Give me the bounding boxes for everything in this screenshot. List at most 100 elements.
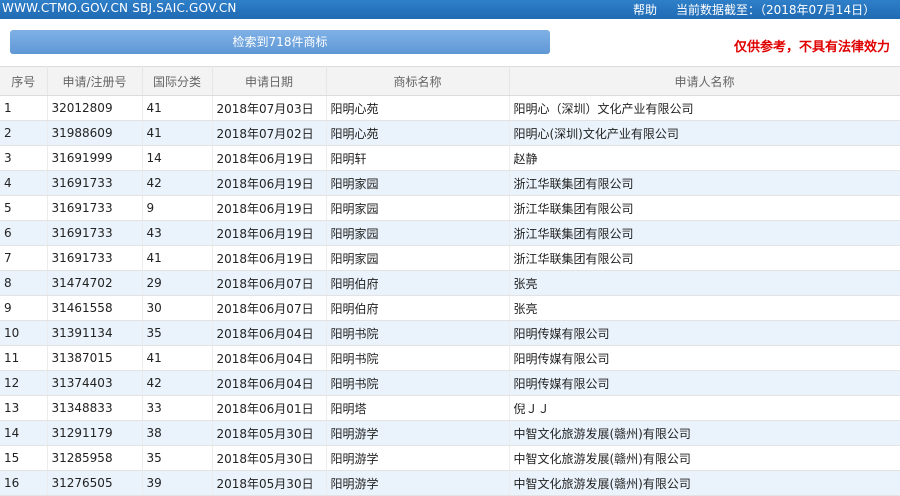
trademark-name-link[interactable]: 阳明书院 bbox=[326, 370, 510, 396]
intl-class: 39 bbox=[142, 470, 213, 496]
apply-date: 2018年05月30日 bbox=[212, 470, 327, 496]
table-row: 11 31387015 41 2018年06月04日 阳明书院 阳明传媒有限公司 bbox=[0, 345, 900, 371]
table-row: 9 31461558 30 2018年06月07日 阳明伯府 张亮 bbox=[0, 295, 900, 321]
table-row: 3 31691999 14 2018年06月19日 阳明轩 赵静 bbox=[0, 145, 900, 171]
applicant-name: 赵静 bbox=[509, 145, 900, 171]
trademark-name-link[interactable]: 阳明家园 bbox=[326, 195, 510, 221]
table-row: 13 31348833 33 2018年06月01日 阳明塔 倪ＪＪ bbox=[0, 395, 900, 421]
applicant-name: 阳明传媒有限公司 bbox=[509, 370, 900, 396]
trademark-name-link[interactable]: 阳明游学 bbox=[326, 470, 510, 496]
intl-class: 42 bbox=[142, 370, 213, 396]
trademark-name-link[interactable]: 阳明家园 bbox=[326, 245, 510, 271]
intl-class: 41 bbox=[142, 95, 213, 121]
row-index: 8 bbox=[0, 270, 48, 296]
apply-date: 2018年05月30日 bbox=[212, 420, 327, 446]
reg-number-link[interactable]: 31691999 bbox=[47, 145, 143, 171]
applicant-name: 中智文化旅游发展(赣州)有限公司 bbox=[509, 445, 900, 471]
reg-number-link[interactable]: 31691733 bbox=[47, 245, 143, 271]
row-index: 4 bbox=[0, 170, 48, 196]
results-table: 序号 申请/注册号 国际分类 申请日期 商标名称 申请人名称 1 32012809… bbox=[0, 66, 900, 496]
reg-number-link[interactable]: 31461558 bbox=[47, 295, 143, 321]
col-header-date: 申请日期 bbox=[212, 66, 327, 96]
trademark-name-link[interactable]: 阳明心苑 bbox=[326, 95, 510, 121]
col-header-regno: 申请/注册号 bbox=[47, 66, 143, 96]
trademark-name-link[interactable]: 阳明书院 bbox=[326, 320, 510, 346]
intl-class: 38 bbox=[142, 420, 213, 446]
row-index: 11 bbox=[0, 345, 48, 371]
applicant-name: 浙江华联集团有限公司 bbox=[509, 195, 900, 221]
apply-date: 2018年05月30日 bbox=[212, 445, 327, 471]
reg-number-link[interactable]: 31691733 bbox=[47, 195, 143, 221]
applicant-name: 中智文化旅游发展(赣州)有限公司 bbox=[509, 420, 900, 446]
table-row: 10 31391134 35 2018年06月04日 阳明书院 阳明传媒有限公司 bbox=[0, 320, 900, 346]
reg-number-link[interactable]: 31474702 bbox=[47, 270, 143, 296]
reg-number-link[interactable]: 31285958 bbox=[47, 445, 143, 471]
col-header-class: 国际分类 bbox=[142, 66, 213, 96]
trademark-name-link[interactable]: 阳明游学 bbox=[326, 445, 510, 471]
intl-class: 41 bbox=[142, 345, 213, 371]
applicant-name: 阳明传媒有限公司 bbox=[509, 320, 900, 346]
trademark-name-link[interactable]: 阳明家园 bbox=[326, 220, 510, 246]
reg-number-link[interactable]: 31276505 bbox=[47, 470, 143, 496]
row-index: 1 bbox=[0, 95, 48, 121]
table-row: 2 31988609 41 2018年07月02日 阳明心苑 阳明心(深圳)文化产业有限公… bbox=[0, 120, 900, 146]
row-index: 13 bbox=[0, 395, 48, 421]
table-row: 8 31474702 29 2018年06月07日 阳明伯府 张亮 bbox=[0, 270, 900, 296]
apply-date: 2018年07月02日 bbox=[212, 120, 327, 146]
row-index: 9 bbox=[0, 295, 48, 321]
trademark-name-link[interactable]: 阳明心苑 bbox=[326, 120, 510, 146]
row-index: 16 bbox=[0, 470, 48, 496]
intl-class: 42 bbox=[142, 170, 213, 196]
table-row: 1 32012809 41 2018年07月03日 阳明心苑 阳明心（深圳）文化产业有限公… bbox=[0, 95, 900, 121]
apply-date: 2018年06月07日 bbox=[212, 270, 327, 296]
trademark-name-link[interactable]: 阳明塔 bbox=[326, 395, 510, 421]
data-cutoff-date: 当前数据截至：（2018年07月14日） bbox=[676, 3, 876, 17]
reg-number-link[interactable]: 31387015 bbox=[47, 345, 143, 371]
apply-date: 2018年06月07日 bbox=[212, 295, 327, 321]
intl-class: 33 bbox=[142, 395, 213, 421]
result-count-banner: 检索到718件商标 bbox=[10, 30, 550, 54]
intl-class: 14 bbox=[142, 145, 213, 171]
apply-date: 2018年06月19日 bbox=[212, 170, 327, 196]
row-index: 2 bbox=[0, 120, 48, 146]
row-index: 14 bbox=[0, 420, 48, 446]
intl-class: 30 bbox=[142, 295, 213, 321]
apply-date: 2018年07月03日 bbox=[212, 95, 327, 121]
table-row: 7 31691733 41 2018年06月19日 阳明家园 浙江华联集团有限公司 bbox=[0, 245, 900, 271]
apply-date: 2018年06月19日 bbox=[212, 220, 327, 246]
applicant-name: 张亮 bbox=[509, 270, 900, 296]
trademark-name-link[interactable]: 阳明伯府 bbox=[326, 295, 510, 321]
intl-class: 29 bbox=[142, 270, 213, 296]
reg-number-link[interactable]: 31391134 bbox=[47, 320, 143, 346]
apply-date: 2018年06月04日 bbox=[212, 370, 327, 396]
reg-number-link[interactable]: 31691733 bbox=[47, 220, 143, 246]
help-link[interactable]: 帮助 bbox=[633, 1, 657, 18]
applicant-name: 倪ＪＪ bbox=[509, 395, 900, 421]
reg-number-link[interactable]: 31374403 bbox=[47, 370, 143, 396]
applicant-name: 浙江华联集团有限公司 bbox=[509, 245, 900, 271]
row-index: 7 bbox=[0, 245, 48, 271]
trademark-name-link[interactable]: 阳明游学 bbox=[326, 420, 510, 446]
trademark-name-link[interactable]: 阳明轩 bbox=[326, 145, 510, 171]
intl-class: 35 bbox=[142, 445, 213, 471]
row-index: 3 bbox=[0, 145, 48, 171]
trademark-name-link[interactable]: 阳明书院 bbox=[326, 345, 510, 371]
applicant-name: 浙江华联集团有限公司 bbox=[509, 170, 900, 196]
table-row: 14 31291179 38 2018年05月30日 阳明游学 中智文化旅游发展(赣州)有… bbox=[0, 420, 900, 446]
reg-number-link[interactable]: 32012809 bbox=[47, 95, 143, 121]
applicant-name: 张亮 bbox=[509, 295, 900, 321]
row-index: 5 bbox=[0, 195, 48, 221]
trademark-name-link[interactable]: 阳明伯府 bbox=[326, 270, 510, 296]
reg-number-link[interactable]: 31988609 bbox=[47, 120, 143, 146]
col-header-index: 序号 bbox=[0, 66, 48, 96]
apply-date: 2018年06月04日 bbox=[212, 345, 327, 371]
apply-date: 2018年06月01日 bbox=[212, 395, 327, 421]
reg-number-link[interactable]: 31348833 bbox=[47, 395, 143, 421]
applicant-name: 浙江华联集团有限公司 bbox=[509, 220, 900, 246]
reg-number-link[interactable]: 31291179 bbox=[47, 420, 143, 446]
intl-class: 9 bbox=[142, 195, 213, 221]
table-row: 4 31691733 42 2018年06月19日 阳明家园 浙江华联集团有限公司 bbox=[0, 170, 900, 196]
intl-class: 43 bbox=[142, 220, 213, 246]
trademark-name-link[interactable]: 阳明家园 bbox=[326, 170, 510, 196]
reg-number-link[interactable]: 31691733 bbox=[47, 170, 143, 196]
